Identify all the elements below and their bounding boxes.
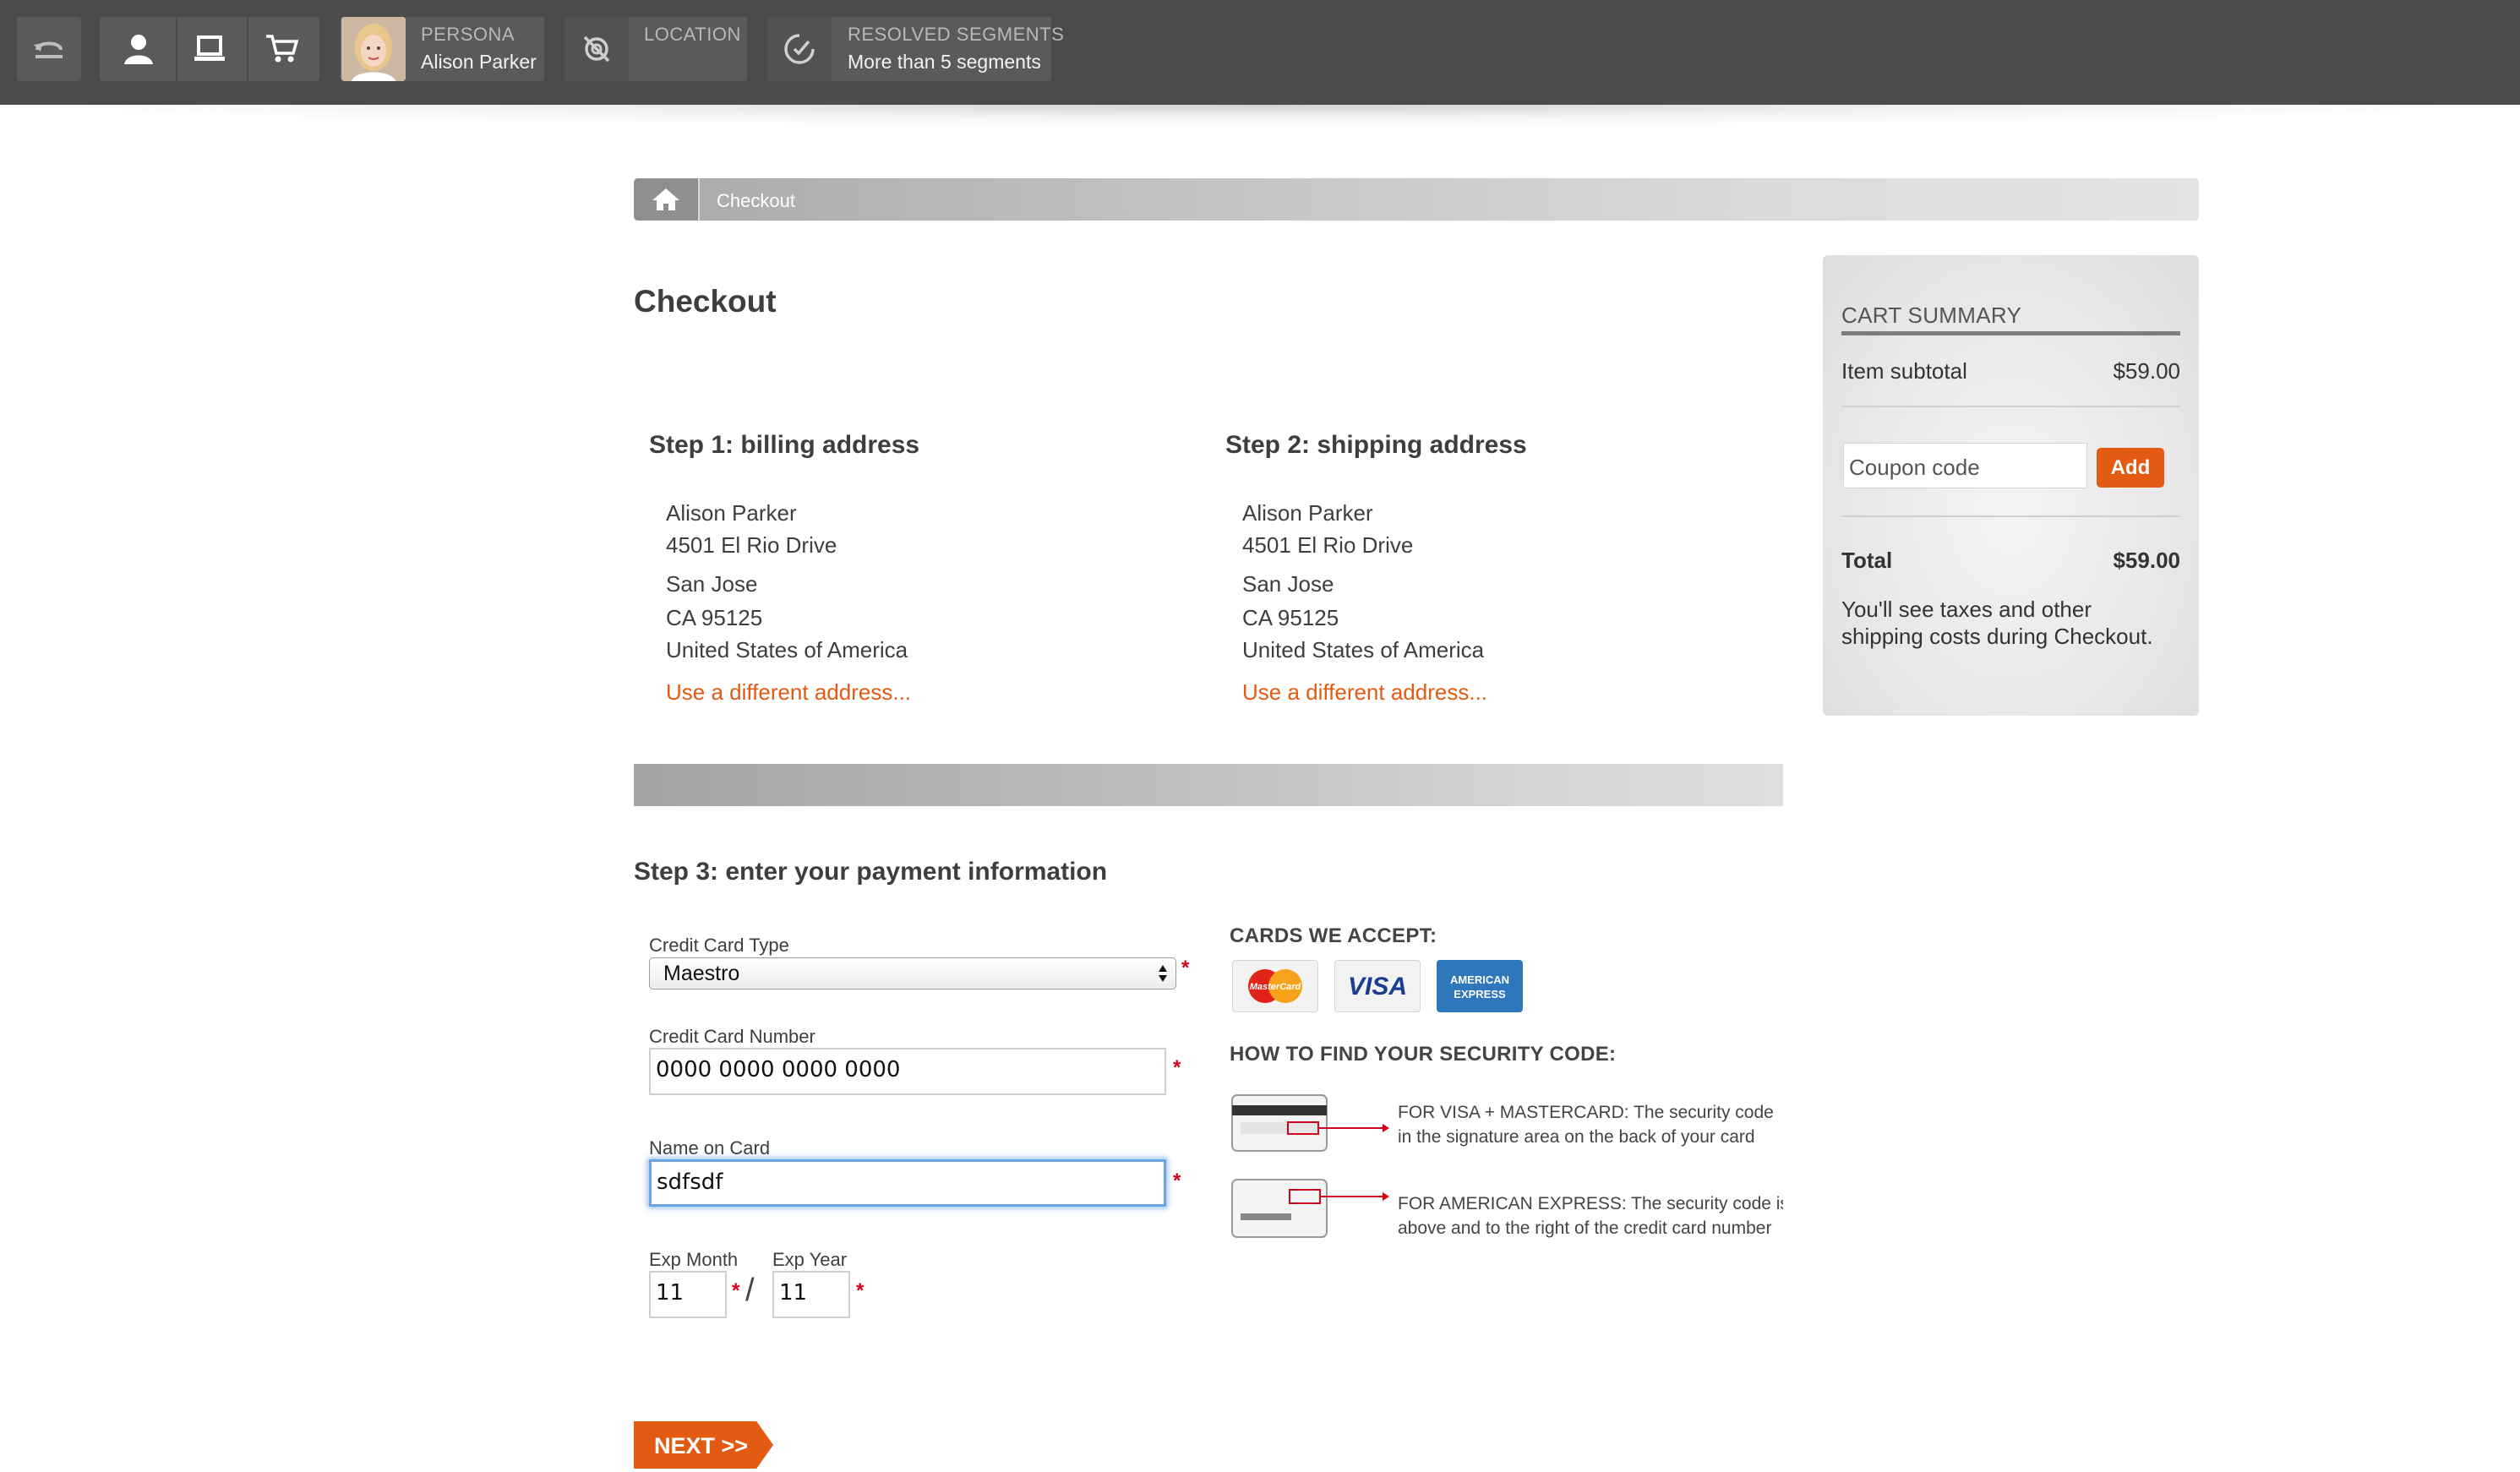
required-marker: *	[1173, 1056, 1181, 1079]
billing-change-address-link[interactable]: Use a different address...	[666, 679, 911, 706]
cart-note-line2: shipping costs during Checkout.	[1841, 624, 2153, 649]
breadcrumb-home[interactable]	[634, 178, 698, 221]
card-type-select[interactable]: Maestro	[649, 957, 1176, 990]
billing-street: 4501 El Rio Drive	[666, 532, 837, 558]
breadcrumb-current: Checkout	[717, 190, 795, 211]
avatar	[341, 17, 406, 81]
cart-summary-heading: CART SUMMARY	[1841, 303, 2022, 328]
exp-month-input[interactable]: 11	[649, 1271, 727, 1318]
subtotal-label: Item subtotal	[1841, 358, 1967, 384]
payment-title: Step 3: enter your payment information	[634, 858, 1108, 886]
visa-mc-security-line2: in the signature area on the back of you…	[1398, 1127, 1755, 1147]
required-marker: *	[1173, 1169, 1181, 1192]
billing-name: Alison Parker	[666, 500, 797, 526]
amex-text-line1: AMERICAN	[1450, 973, 1509, 986]
cart-summary-panel: CART SUMMARY Item subtotal $59.00 Coupon…	[1823, 255, 2199, 716]
total-value: $59.00	[2113, 548, 2180, 573]
mastercard-text: MasterCard	[1250, 982, 1301, 992]
required-marker: *	[1181, 957, 1190, 979]
persona-caption: PERSONA	[421, 24, 515, 45]
card-number-input[interactable]: 0000 0000 0000 0000	[649, 1048, 1166, 1095]
cart-icon[interactable]	[250, 17, 314, 81]
subtotal-value: $59.00	[2113, 358, 2180, 384]
home-icon	[652, 188, 679, 210]
location-caption: LOCATION	[644, 24, 741, 45]
mastercard-logo: MasterCard	[1232, 960, 1318, 1012]
amex-security-line2: above and to the right of the credit car…	[1398, 1218, 1772, 1238]
visa-logo: VISA	[1334, 960, 1421, 1012]
exp-month-label: Exp Month	[649, 1249, 739, 1270]
cart-heading-rule	[1841, 331, 2180, 335]
segments-caption: RESOLVED SEGMENTS	[848, 24, 1065, 45]
security-code-heading: HOW TO FIND YOUR SECURITY CODE:	[1230, 1043, 1617, 1066]
visa-text: VISA	[1348, 973, 1407, 1000]
card-back-icon	[1230, 1093, 1391, 1153]
shipping-name: Alison Parker	[1242, 500, 1373, 526]
card-number-label: Credit Card Number	[649, 1026, 815, 1047]
toolbar-divider	[247, 17, 248, 81]
location-off-icon	[565, 17, 629, 81]
card-type-label: Credit Card Type	[649, 935, 789, 956]
user-icon[interactable]	[106, 17, 171, 81]
add-coupon-button[interactable]: Add	[2097, 448, 2164, 488]
required-marker: *	[856, 1279, 865, 1302]
exp-year-label: Exp Year	[772, 1249, 848, 1270]
persona-name: Alison Parker	[421, 51, 537, 73]
toolbar-shadow	[0, 105, 2520, 127]
context-hub-toolbar: PERSONA Alison Parker LOCATION RESOLVED …	[0, 0, 2520, 105]
billing-country: United States of America	[666, 637, 908, 662]
required-marker: *	[732, 1279, 740, 1302]
card-type-value: Maestro	[663, 962, 740, 985]
breadcrumb-separator	[698, 178, 700, 221]
section-divider	[634, 764, 1783, 806]
card-front-icon	[1230, 1178, 1391, 1239]
shipping-state-zip: CA 95125	[1242, 605, 1339, 630]
billing-state-zip: CA 95125	[666, 605, 763, 630]
select-arrows-icon	[1159, 965, 1167, 982]
cart-separator	[1841, 406, 2180, 407]
segments-value: More than 5 segments	[848, 51, 1041, 73]
exp-year-input[interactable]: 11	[772, 1271, 850, 1318]
visa-mc-security-line1: FOR VISA + MASTERCARD: The security code	[1398, 1103, 1774, 1122]
amex-security-line1: FOR AMERICAN EXPRESS: The security code …	[1398, 1194, 1783, 1213]
undo-icon	[17, 17, 81, 81]
shipping-change-address-link[interactable]: Use a different address...	[1242, 679, 1487, 706]
billing-title: Step 1: billing address	[649, 431, 920, 459]
amex-logo: AMERICAN EXPRESS	[1437, 960, 1523, 1012]
laptop-icon[interactable]	[177, 17, 242, 81]
page-title: Checkout	[634, 284, 777, 319]
cart-separator	[1841, 515, 2180, 517]
cart-note-line1: You'll see taxes and other	[1841, 597, 2092, 622]
cards-accepted-heading: CARDS WE ACCEPT:	[1230, 924, 1437, 947]
shipping-city: San Jose	[1242, 571, 1334, 597]
name-on-card-label: Name on Card	[649, 1137, 771, 1159]
amex-text-line2: EXPRESS	[1454, 988, 1506, 1000]
date-separator: /	[745, 1273, 755, 1308]
breadcrumb: Checkout	[634, 178, 2199, 221]
total-label: Total	[1841, 548, 1893, 573]
coupon-code-input[interactable]: Coupon code	[1843, 443, 2087, 488]
shipping-street: 4501 El Rio Drive	[1242, 532, 1414, 558]
shipping-country: United States of America	[1242, 637, 1485, 662]
next-button[interactable]: NEXT >>	[634, 1421, 773, 1469]
name-on-card-input[interactable]: sdfsdf	[649, 1159, 1166, 1207]
segments-icon	[767, 17, 832, 81]
shipping-title: Step 2: shipping address	[1225, 431, 1527, 459]
billing-city: San Jose	[666, 571, 758, 597]
